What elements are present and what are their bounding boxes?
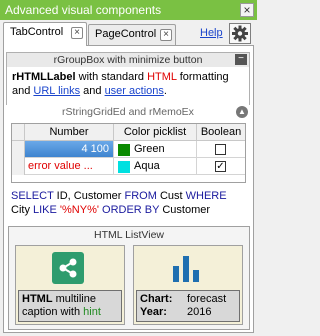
html-label: rHTMLLabel with standard HTML formatting… bbox=[12, 70, 248, 98]
row-indicator bbox=[12, 141, 25, 158]
window-title: Advanced visual components bbox=[5, 3, 162, 17]
user-actions-link[interactable]: user actions bbox=[105, 85, 164, 97]
html-label-text: and bbox=[80, 85, 105, 97]
checkbox-unchecked[interactable] bbox=[215, 144, 226, 155]
checkbox-checked[interactable]: ✓ bbox=[215, 161, 226, 172]
close-button[interactable]: × bbox=[240, 3, 254, 17]
number-cell-error[interactable]: error value ... bbox=[25, 158, 114, 175]
column-header-number[interactable]: Number bbox=[25, 124, 114, 141]
sql-memo-editor[interactable]: SELECT ID, Customer FROM Cust WHERE City… bbox=[11, 189, 246, 225]
sql-text: ID, Customer bbox=[53, 190, 125, 202]
year-label: Year: bbox=[140, 306, 167, 318]
group-header: rGroupBox with minimize button bbox=[7, 53, 249, 67]
column-header-boolean[interactable]: Boolean bbox=[197, 124, 245, 141]
tab-close-icon[interactable]: × bbox=[71, 27, 83, 39]
html-label-text: . bbox=[163, 85, 167, 97]
group2-header: rStringGridEd and rMemoEx bbox=[6, 105, 250, 119]
url-link[interactable]: URL links bbox=[33, 85, 80, 97]
number-cell-selected[interactable]: 4 100 bbox=[25, 141, 114, 158]
year-value: 2016 bbox=[187, 306, 212, 318]
collapse-up-icon[interactable]: ▲ bbox=[236, 106, 248, 118]
title-bar: Advanced visual components × bbox=[0, 0, 257, 20]
settings-button[interactable] bbox=[229, 23, 251, 44]
sql-keyword: WHERE bbox=[185, 190, 227, 202]
sql-text: Customer bbox=[159, 204, 211, 216]
gear-icon bbox=[232, 25, 248, 42]
html-label-bold: rHTMLLabel bbox=[12, 71, 76, 83]
color-name: Aqua bbox=[134, 160, 160, 172]
string-grid[interactable]: Number Color picklist Boolean 4 100 Gree… bbox=[11, 123, 246, 183]
table-row: 4 100 Green bbox=[12, 141, 245, 158]
help-link[interactable]: Help bbox=[200, 27, 223, 39]
table-row: error value ... Aqua ✓ bbox=[12, 158, 245, 175]
sql-keyword: ORDER BY bbox=[102, 204, 160, 216]
sql-keyword: LIKE bbox=[33, 204, 57, 216]
caption-text: caption with bbox=[22, 306, 84, 318]
share-icon bbox=[52, 252, 84, 284]
grid-corner bbox=[12, 124, 25, 141]
color-swatch-aqua bbox=[118, 161, 130, 173]
html-listview[interactable]: HTML ListView HTML multiline caption wit… bbox=[8, 226, 250, 330]
color-name: Green bbox=[134, 143, 165, 155]
html-label-text: and bbox=[12, 85, 34, 97]
item-caption: HTML multiline caption with hint bbox=[18, 290, 122, 322]
bar-chart-icon bbox=[173, 256, 199, 282]
listview-header: HTML ListView bbox=[93, 229, 165, 241]
row-indicator bbox=[12, 158, 25, 175]
group-box-minimizable: rGroupBox with minimize button − rHTMLLa… bbox=[6, 52, 250, 106]
group-header-title: rGroupBox with minimize button bbox=[53, 54, 203, 66]
tab-strip: TabControl × PageControl × Help bbox=[0, 20, 257, 46]
column-header-color[interactable]: Color picklist bbox=[114, 124, 197, 141]
grid-header-row: Number Color picklist Boolean bbox=[12, 124, 245, 141]
tab-tabcontrol[interactable]: TabControl × bbox=[3, 22, 87, 46]
minimize-button[interactable]: − bbox=[235, 54, 247, 65]
tab-pagecontrol[interactable]: PageControl × bbox=[88, 24, 176, 45]
list-item[interactable]: Chart: forecast Year: 2016 bbox=[133, 245, 243, 325]
sql-text: City bbox=[11, 204, 33, 216]
sql-string: '%NY%' bbox=[56, 204, 103, 216]
color-cell[interactable]: Green bbox=[114, 141, 197, 158]
sql-text: Cust bbox=[156, 190, 186, 202]
list-item[interactable]: HTML multiline caption with hint bbox=[15, 245, 125, 325]
tab-close-icon[interactable]: × bbox=[160, 29, 172, 41]
caption-hint: hint bbox=[83, 306, 101, 318]
sql-keyword: SELECT bbox=[11, 190, 54, 202]
html-label-red: HTML bbox=[147, 71, 177, 83]
caption-bold: HTML bbox=[22, 293, 53, 305]
item-caption: Chart: forecast Year: 2016 bbox=[136, 290, 240, 322]
caption-text: multiline bbox=[52, 293, 96, 305]
color-cell[interactable]: Aqua bbox=[114, 158, 197, 175]
chart-value: forecast bbox=[187, 293, 227, 305]
html-label-text: formatting bbox=[176, 71, 229, 83]
chart-label: Chart: bbox=[140, 293, 173, 305]
tab-pagecontrol-label: PageControl bbox=[95, 28, 157, 40]
boolean-cell[interactable] bbox=[197, 141, 245, 158]
tab-tabcontrol-label: TabControl bbox=[10, 26, 64, 38]
html-label-text: with standard bbox=[75, 71, 148, 83]
color-swatch-green bbox=[118, 144, 130, 156]
boolean-cell[interactable]: ✓ bbox=[197, 158, 245, 175]
sql-keyword: FROM bbox=[124, 190, 157, 202]
